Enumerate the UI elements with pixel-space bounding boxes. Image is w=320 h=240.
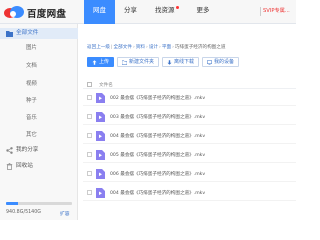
nav-label: 更多 (196, 6, 210, 14)
file-checkbox[interactable] (87, 95, 92, 100)
sidebar: 全部文件 图片 文档 视频 种子 音乐 其它 我的分享 回收站 940.8G/5… (0, 24, 78, 220)
breadcrumb-sep: | (110, 45, 113, 50)
nav-label: 网盘 (93, 6, 106, 14)
file-checkbox[interactable] (87, 133, 92, 138)
sidebar-item-images[interactable]: 图片 (0, 43, 78, 54)
file-row[interactable]: 005 最会摆《巧绯蛋子经济的构图之道》.mkv (83, 147, 296, 163)
main-nav: 网盘 分享 找资源 更多 (84, 0, 219, 24)
video-file-icon (96, 188, 105, 198)
nav-find-resources[interactable]: 找资源 (146, 0, 188, 24)
sidebar-item-label: 视频 (26, 81, 37, 87)
breadcrumb-item[interactable]: 全部文件 (114, 45, 132, 50)
sidebar-item-videos[interactable]: 视频 (0, 79, 78, 90)
new-folder-button[interactable]: 新建文件夹 (117, 57, 160, 67)
breadcrumb-back[interactable]: 返回上一级 (87, 45, 110, 50)
file-checkbox[interactable] (87, 114, 92, 119)
breadcrumb-sep: › (159, 45, 161, 50)
share-icon (6, 147, 13, 154)
nav-netdisk[interactable]: 网盘 (84, 0, 115, 24)
file-name[interactable]: 006 最会摆《巧绯蛋子经济的构图之道》.mkv (110, 171, 205, 177)
file-name[interactable]: 002 最会摆《巧绯蛋子经济的构图之道》.mkv (110, 95, 205, 101)
new-folder-icon (122, 60, 128, 65)
column-filename[interactable]: 文件名 (99, 82, 113, 88)
nav-share[interactable]: 分享 (115, 0, 146, 24)
new-folder-button-label: 新建文件夹 (129, 59, 155, 65)
upload-button-label: 上传 (99, 59, 110, 65)
vip-link[interactable]: SVIP专属... (263, 7, 290, 14)
file-row[interactable]: 002 最会摆《巧绯蛋子经济的构图之道》.mkv (83, 90, 296, 106)
select-all-checkbox[interactable] (87, 82, 92, 87)
toolbar: 上传 新建文件夹 离线下载 我的设备 (87, 57, 240, 67)
device-icon (207, 59, 212, 65)
my-devices-button[interactable]: 我的设备 (202, 57, 240, 67)
file-row[interactable]: 003 最会摆《巧绯蛋子经济的构图之道》.mkv (83, 109, 296, 125)
sidebar-item-label: 图片 (26, 45, 37, 51)
offline-download-button-label: 离线下载 (174, 59, 195, 65)
my-devices-button-label: 我的设备 (214, 59, 235, 65)
download-icon (167, 59, 172, 65)
header-right: SVIP专属... (254, 0, 296, 24)
cloud-logo-icon (4, 6, 24, 18)
breadcrumb-current: 巧绯蛋子经济的构图之道 (174, 45, 226, 50)
nav-label: 找资源 (155, 6, 175, 14)
video-file-icon (96, 150, 105, 160)
sidebar-item-my-shares[interactable]: 我的分享 (0, 145, 78, 156)
file-checkbox[interactable] (87, 152, 92, 157)
file-row[interactable]: 004 最会摆《巧绯蛋子经济的构图之道》.mkv (83, 185, 296, 201)
sidebar-item-label: 我的分享 (16, 147, 39, 153)
main-content: 返回上一级|全部文件›资料›设计›平面›巧绯蛋子经济的构图之道 上传 新建文件夹… (79, 24, 296, 220)
offline-download-button[interactable]: 离线下载 (162, 57, 200, 67)
sidebar-item-all-files[interactable]: 全部文件 (0, 28, 78, 39)
top-bar: 百度网盘 网盘 分享 找资源 更多 SVIP专属... (0, 0, 296, 24)
video-file-icon (96, 112, 105, 122)
expand-storage-link[interactable]: 扩容 (60, 210, 70, 217)
app-name: 百度网盘 (27, 9, 67, 20)
storage-usage-text: 940.8G/5140G (6, 210, 41, 215)
breadcrumb-sep: › (172, 45, 174, 50)
file-name[interactable]: 004 最会摆《巧绯蛋子经济的构图之道》.mkv (110, 190, 205, 196)
breadcrumb-item[interactable]: 设计 (149, 45, 158, 50)
divider (260, 7, 261, 16)
file-row[interactable]: 004 最会摆《巧绯蛋子经济的构图之道》.mkv (83, 128, 296, 144)
file-name[interactable]: 004 最会摆《巧绯蛋子经济的构图之道》.mkv (110, 133, 205, 139)
file-checkbox[interactable] (87, 171, 92, 176)
sidebar-item-label: 回收站 (16, 163, 33, 169)
storage-bar (6, 202, 72, 205)
storage-bar-fill (6, 202, 18, 205)
breadcrumb: 返回上一级|全部文件›资料›设计›平面›巧绯蛋子经济的构图之道 (87, 44, 225, 50)
sidebar-item-torrents[interactable]: 种子 (0, 96, 78, 107)
trash-icon (6, 163, 13, 170)
sidebar-item-documents[interactable]: 文档 (0, 61, 78, 72)
nav-label: 分享 (124, 6, 137, 14)
upload-icon (92, 59, 97, 65)
video-file-icon (96, 93, 105, 103)
sidebar-item-other[interactable]: 其它 (0, 130, 78, 141)
sidebar-item-label: 其它 (26, 132, 37, 138)
app-logo[interactable]: 百度网盘 (3, 4, 67, 20)
sidebar-item-label: 种子 (26, 98, 37, 104)
breadcrumb-sep: › (132, 45, 135, 50)
notification-dot (175, 6, 179, 9)
sidebar-item-label: 文档 (26, 63, 37, 69)
nav-more[interactable]: 更多 (188, 0, 219, 24)
file-list-header: 文件名 (83, 80, 296, 89)
file-row[interactable]: 006 最会摆《巧绯蛋子经济的构图之道》.mkv (83, 166, 296, 182)
breadcrumb-item[interactable]: 资料 (136, 45, 145, 50)
breadcrumb-item[interactable]: 平面 (162, 45, 171, 50)
video-file-icon (96, 131, 105, 141)
file-name[interactable]: 003 最会摆《巧绯蛋子经济的构图之道》.mkv (110, 114, 205, 120)
sidebar-item-label: 全部文件 (16, 30, 39, 36)
file-name[interactable]: 005 最会摆《巧绯蛋子经济的构图之道》.mkv (110, 152, 205, 158)
sidebar-item-music[interactable]: 音乐 (0, 113, 78, 124)
sidebar-item-recycle-bin[interactable]: 回收站 (0, 161, 78, 172)
video-file-icon (96, 169, 105, 179)
upload-button[interactable]: 上传 (87, 57, 115, 67)
breadcrumb-sep: › (145, 45, 148, 50)
sidebar-item-label: 音乐 (26, 115, 37, 121)
file-checkbox[interactable] (87, 190, 92, 195)
folder-icon (6, 31, 13, 37)
